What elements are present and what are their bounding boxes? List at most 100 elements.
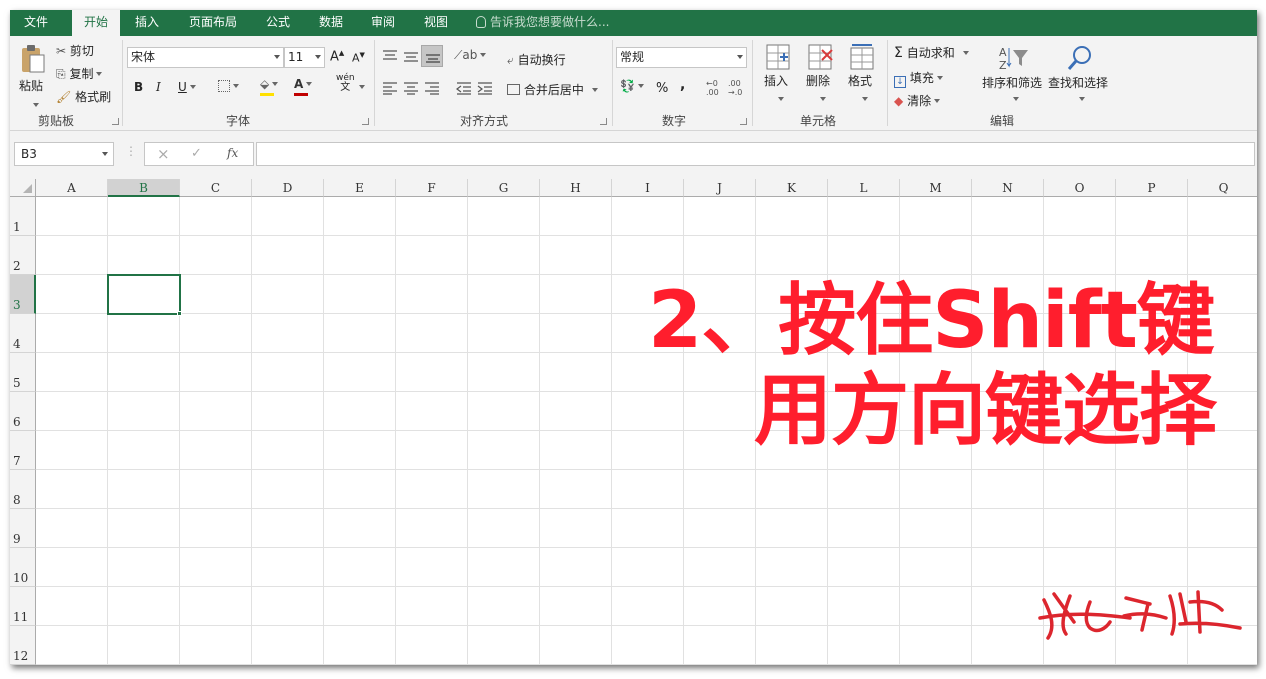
number-launcher-icon[interactable] (740, 118, 747, 125)
align-top-icon[interactable] (382, 49, 398, 63)
tab-file[interactable]: 文件 (10, 10, 62, 36)
accounting-format-button[interactable]: 💱 (620, 79, 644, 93)
increase-decimal-button[interactable]: ←0.00 (706, 79, 719, 97)
align-center-icon[interactable] (403, 81, 419, 95)
row-header-7[interactable]: 7 (10, 431, 36, 470)
row-header-3[interactable]: 3 (10, 275, 36, 314)
tab-review[interactable]: 审阅 (362, 10, 404, 36)
cut-button[interactable]: ✂ 剪切 (56, 42, 94, 59)
wrap-text-button[interactable]: ⤶ 自动换行 (507, 51, 566, 68)
tab-data[interactable]: 数据 (310, 10, 352, 36)
column-header-o[interactable]: O (1044, 179, 1116, 197)
column-header-g[interactable]: G (468, 179, 540, 197)
comma-style-button[interactable]: , (680, 77, 685, 93)
tab-formulas[interactable]: 公式 (256, 10, 300, 36)
column-header-q[interactable]: Q (1188, 179, 1257, 197)
merge-center-button[interactable]: 合并后居中 (507, 81, 598, 98)
align-right-icon[interactable] (424, 81, 440, 95)
number-format-select[interactable]: 常规 (616, 47, 747, 68)
percent-style-button[interactable]: % (656, 81, 668, 96)
fill-label: 填充 (909, 71, 934, 85)
align-middle-icon[interactable] (403, 49, 419, 63)
align-bottom-button[interactable] (421, 45, 443, 67)
tab-home[interactable]: 开始 (72, 10, 120, 36)
alignment-launcher-icon[interactable] (600, 118, 607, 125)
row-header-2[interactable]: 2 (10, 236, 36, 275)
sort-filter-button[interactable]: AZ 排序和筛选 (982, 42, 1044, 108)
bold-button[interactable]: B (134, 80, 143, 94)
row-header-10[interactable]: 10 (10, 548, 36, 587)
underline-button[interactable]: U (178, 80, 196, 94)
italic-button[interactable]: I (156, 80, 161, 94)
insert-cells-button[interactable]: 插入 (760, 42, 796, 108)
column-header-e[interactable]: E (324, 179, 396, 197)
column-header-n[interactable]: N (972, 179, 1044, 197)
paste-button[interactable]: 粘贴 (16, 42, 50, 107)
column-header-d[interactable]: D (252, 179, 324, 197)
font-name-select[interactable]: 宋体 (127, 47, 284, 68)
delete-cells-button[interactable]: 删除 (802, 42, 838, 108)
row-header-5[interactable]: 5 (10, 353, 36, 392)
clear-button[interactable]: ◆ 清除 (894, 92, 941, 109)
clipboard-launcher-icon[interactable] (112, 118, 119, 125)
find-select-button[interactable]: 查找和选择 (1048, 42, 1110, 108)
name-box[interactable]: B3 (14, 142, 114, 166)
row-header-12[interactable]: 12 (10, 626, 36, 665)
row-header-1[interactable]: 1 (10, 197, 36, 236)
insert-function-icon[interactable]: fx (227, 146, 238, 160)
fill-handle[interactable] (177, 311, 182, 316)
row-number: 8 (13, 493, 21, 507)
autosum-button[interactable]: Σ 自动求和 (894, 44, 969, 61)
gridline-vertical (467, 197, 468, 665)
column-header-c[interactable]: C (180, 179, 252, 197)
decrease-font-button[interactable]: A▼ (352, 51, 365, 65)
font-color-button[interactable]: A (294, 77, 313, 96)
orientation-button[interactable]: ⟋ab (454, 48, 487, 63)
formula-input[interactable] (256, 142, 1255, 166)
row-header-9[interactable]: 9 (10, 509, 36, 548)
tell-me-box[interactable]: 告诉我您想要做什么... (476, 10, 609, 36)
column-header-i[interactable]: I (612, 179, 684, 197)
tab-page-layout[interactable]: 页面布局 (180, 10, 246, 36)
formula-bar-splitter[interactable]: ⋮ (125, 144, 137, 158)
align-left-icon[interactable] (382, 81, 398, 95)
column-header-h[interactable]: H (540, 179, 612, 197)
row-header-11[interactable]: 11 (10, 587, 36, 626)
column-header-f[interactable]: F (396, 179, 468, 197)
gridline-vertical (179, 197, 180, 665)
column-header-a[interactable]: A (36, 179, 108, 197)
decrease-decimal-button[interactable]: .00 →.0 (728, 79, 742, 97)
copy-button[interactable]: ⎘ 复制 (56, 65, 103, 82)
svg-text:Z: Z (999, 59, 1007, 72)
phonetic-dropdown-icon[interactable] (359, 85, 365, 89)
fill-color-button[interactable]: ⬙ (260, 77, 279, 96)
format-cells-button[interactable]: 格式 (844, 42, 880, 108)
increase-indent-icon[interactable] (477, 81, 493, 95)
column-header-l[interactable]: L (828, 179, 900, 197)
row-header-8[interactable]: 8 (10, 470, 36, 509)
row-header-4[interactable]: 4 (10, 314, 36, 353)
tab-insert[interactable]: 插入 (126, 10, 168, 36)
row-header-6[interactable]: 6 (10, 392, 36, 431)
column-header-m[interactable]: M (900, 179, 972, 197)
enter-icon[interactable]: ✓ (191, 146, 202, 161)
borders-button[interactable] (218, 79, 239, 93)
font-launcher-icon[interactable] (362, 118, 369, 125)
column-header-j[interactable]: J (684, 179, 756, 197)
column-header-b[interactable]: B (108, 179, 180, 197)
font-size-select[interactable]: 11 (284, 47, 325, 68)
increase-font-button[interactable]: A▲ (330, 49, 344, 64)
column-header-k[interactable]: K (756, 179, 828, 197)
phonetic-guide-button[interactable]: wén 文 (336, 73, 355, 93)
fill-button[interactable]: ↓ 填充 (894, 69, 943, 88)
eraser-icon: ◆ (894, 94, 904, 108)
clipboard-paste-icon (22, 45, 45, 73)
selected-cell[interactable] (107, 274, 181, 315)
tab-view[interactable]: 视图 (414, 10, 458, 36)
decrease-indent-icon[interactable] (456, 81, 472, 95)
column-header-p[interactable]: P (1116, 179, 1188, 197)
select-all-button[interactable] (10, 179, 36, 197)
format-painter-button[interactable]: 🖌 格式刷 (56, 88, 111, 105)
gridline-vertical (323, 197, 324, 665)
cancel-icon[interactable]: × (157, 145, 170, 163)
